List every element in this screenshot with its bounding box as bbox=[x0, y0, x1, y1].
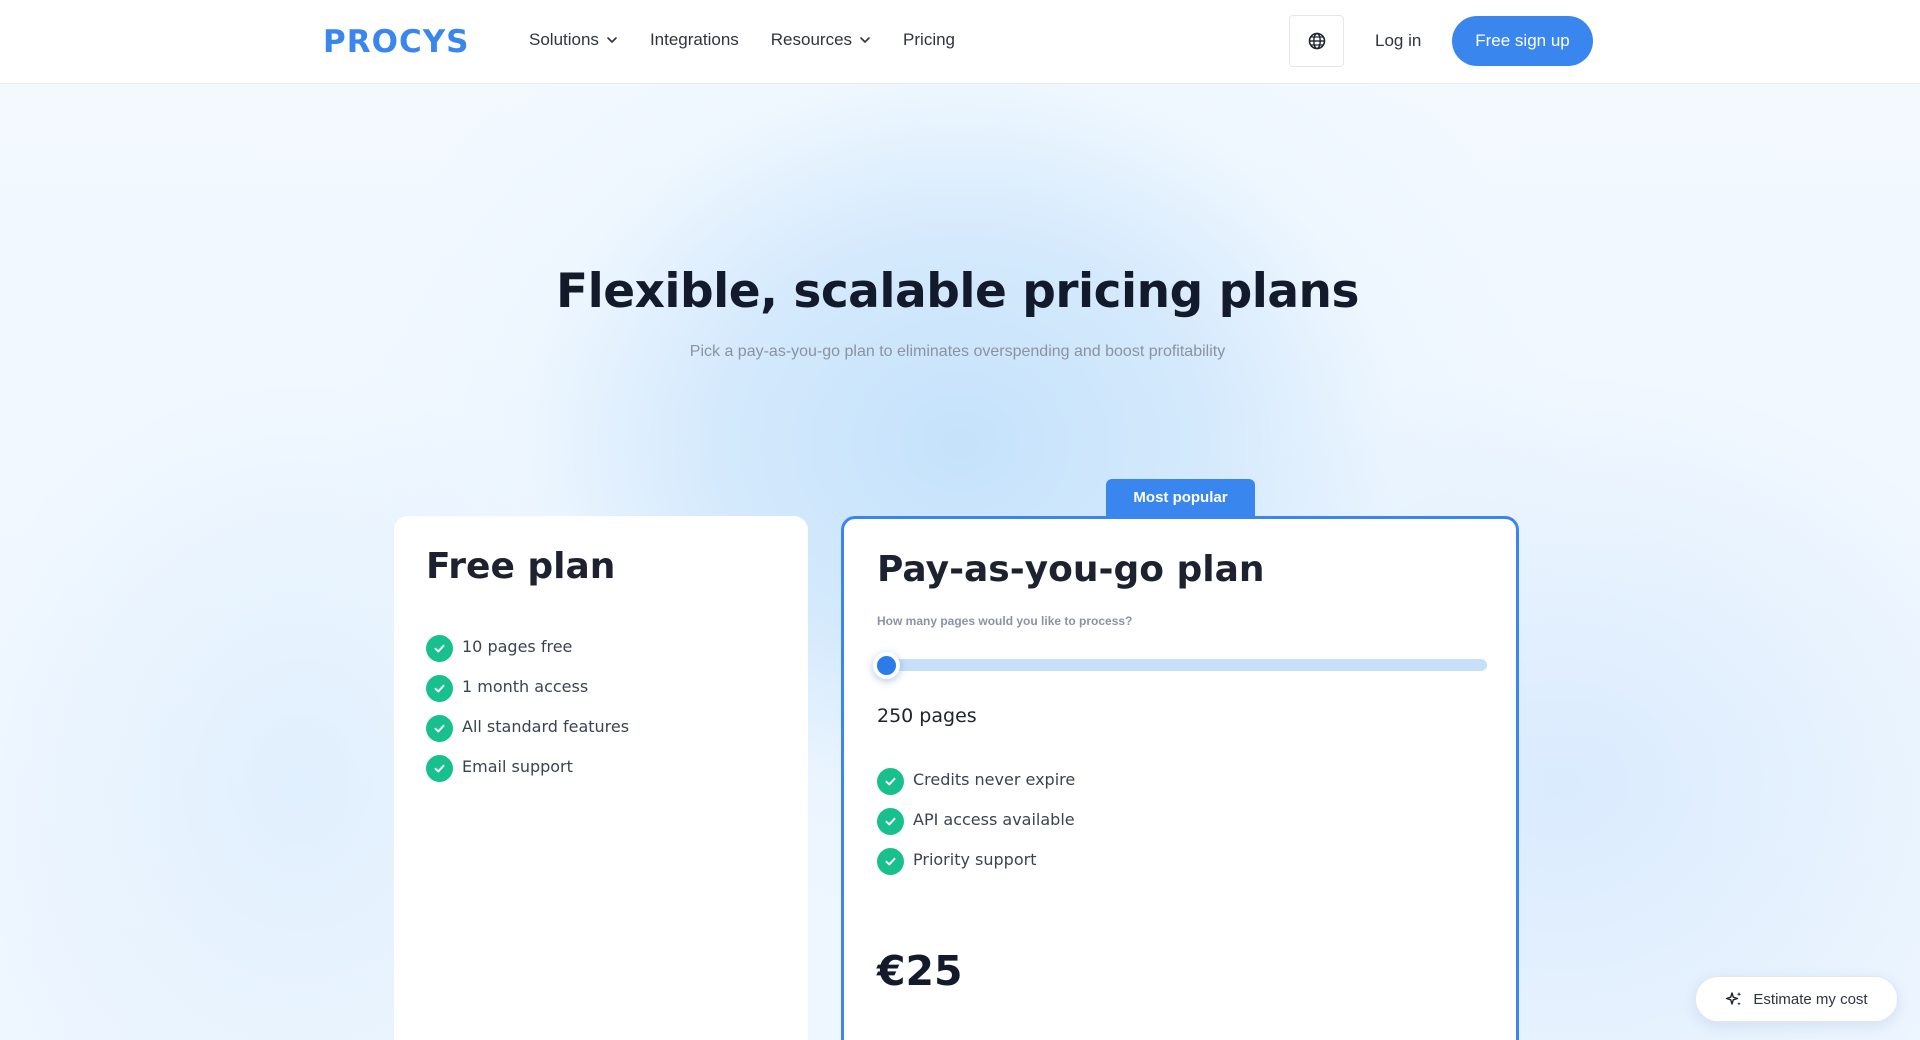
free-plan-features: 10 pages free 1 month access All standar… bbox=[426, 626, 629, 786]
feature-label: Credits never expire bbox=[913, 769, 1076, 789]
list-item: All standard features bbox=[426, 706, 629, 746]
payg-plan-title: Pay-as-you-go plan bbox=[877, 549, 1265, 590]
nav-item-label: Pricing bbox=[903, 30, 956, 49]
payg-plan-card: Pay-as-you-go plan How many pages would … bbox=[841, 516, 1519, 1040]
nav-item-solutions[interactable]: Solutions bbox=[529, 30, 618, 50]
check-icon bbox=[426, 634, 453, 662]
check-icon bbox=[877, 807, 904, 835]
check-icon bbox=[426, 674, 453, 702]
sparkles-icon bbox=[1726, 992, 1742, 1006]
estimate-cost-label: Estimate my cost bbox=[1753, 990, 1868, 1008]
plan-price: €25 bbox=[877, 947, 963, 995]
free-plan-title: Free plan bbox=[426, 546, 616, 587]
pages-question: How many pages would you like to process… bbox=[877, 614, 1133, 628]
feature-label: API access available bbox=[913, 809, 1075, 829]
login-link[interactable]: Log in bbox=[1375, 31, 1421, 51]
check-icon bbox=[426, 714, 453, 742]
procys-logo[interactable]: PROCYS bbox=[323, 24, 469, 60]
feature-label: Email support bbox=[462, 756, 573, 776]
list-item: Credits never expire bbox=[877, 759, 1075, 799]
pages-slider-track[interactable] bbox=[877, 659, 1487, 671]
check-icon bbox=[877, 847, 904, 875]
check-icon bbox=[877, 767, 904, 795]
nav-item-label: Solutions bbox=[529, 30, 599, 49]
pages-slider-thumb[interactable] bbox=[873, 652, 900, 679]
estimate-cost-button[interactable]: Estimate my cost bbox=[1695, 976, 1898, 1022]
list-item: 1 month access bbox=[426, 666, 629, 706]
feature-label: All standard features bbox=[462, 716, 630, 736]
feature-label: 1 month access bbox=[462, 676, 589, 696]
nav-item-integrations[interactable]: Integrations bbox=[650, 30, 739, 50]
list-item: API access available bbox=[877, 799, 1075, 839]
main-nav: Solutions Integrations Resources Pricing bbox=[529, 30, 987, 50]
free-signup-button[interactable]: Free sign up bbox=[1452, 16, 1593, 66]
language-button[interactable] bbox=[1289, 15, 1344, 67]
check-icon bbox=[426, 754, 453, 782]
pages-count: 250 pages bbox=[877, 705, 977, 727]
feature-label: Priority support bbox=[913, 849, 1037, 869]
most-popular-badge: Most popular bbox=[1106, 479, 1255, 517]
list-item: Priority support bbox=[877, 839, 1075, 879]
payg-plan-features: Credits never expire API access availabl… bbox=[877, 759, 1075, 879]
page-subtitle: Pick a pay-as-you-go plan to eliminates … bbox=[689, 343, 1226, 360]
nav-item-pricing[interactable]: Pricing bbox=[903, 30, 955, 50]
page-title: Flexible, scalable pricing plans bbox=[555, 264, 1360, 319]
nav-item-label: Integrations bbox=[649, 30, 739, 49]
chevron-down-icon bbox=[607, 37, 617, 43]
free-plan-card: Free plan 10 pages free 1 month access A… bbox=[394, 516, 808, 1040]
list-item: Email support bbox=[426, 746, 629, 786]
nav-item-label: Resources bbox=[770, 30, 853, 49]
feature-label: 10 pages free bbox=[462, 636, 573, 656]
globe-icon bbox=[1308, 32, 1325, 50]
top-navbar: PROCYS Solutions Integrations Resources … bbox=[0, 0, 1920, 84]
list-item: 10 pages free bbox=[426, 626, 629, 666]
chevron-down-icon bbox=[860, 37, 870, 43]
nav-item-resources[interactable]: Resources bbox=[771, 30, 871, 50]
